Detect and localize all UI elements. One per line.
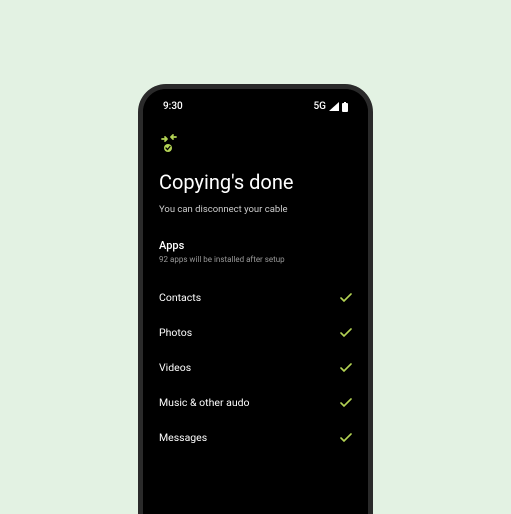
check-icon [340, 433, 352, 443]
status-right: 5G [314, 101, 349, 112]
list-item: Contacts [159, 280, 352, 315]
phone-screen: 9:30 5G Copying's done You can disconnec… [143, 89, 368, 514]
copied-items-list: Contacts Photos Videos Music & other aud… [159, 280, 352, 455]
transfer-complete-icon [159, 134, 352, 158]
check-icon [340, 328, 352, 338]
list-item-label: Contacts [159, 291, 201, 304]
signal-icon [329, 102, 339, 111]
list-item-label: Photos [159, 326, 192, 339]
battery-icon [342, 102, 348, 112]
check-icon [340, 293, 352, 303]
list-item-label: Messages [159, 431, 207, 444]
list-item: Photos [159, 315, 352, 350]
status-bar: 9:30 5G [159, 99, 352, 120]
phone-frame: 9:30 5G Copying's done You can disconnec… [138, 84, 373, 514]
status-time: 9:30 [163, 101, 183, 112]
apps-header: Apps [159, 239, 352, 252]
status-network: 5G [314, 101, 327, 112]
list-item: Music & other audo [159, 385, 352, 420]
page-title: Copying's done [159, 170, 352, 194]
apps-detail: 92 apps will be installed after setup [159, 255, 352, 264]
check-icon [340, 398, 352, 408]
list-item-label: Videos [159, 361, 191, 374]
apps-section: Apps 92 apps will be installed after set… [159, 239, 352, 264]
page-subtitle: You can disconnect your cable [159, 204, 352, 215]
list-item-label: Music & other audo [159, 396, 250, 409]
list-item: Videos [159, 350, 352, 385]
check-icon [340, 363, 352, 373]
list-item: Messages [159, 420, 352, 455]
